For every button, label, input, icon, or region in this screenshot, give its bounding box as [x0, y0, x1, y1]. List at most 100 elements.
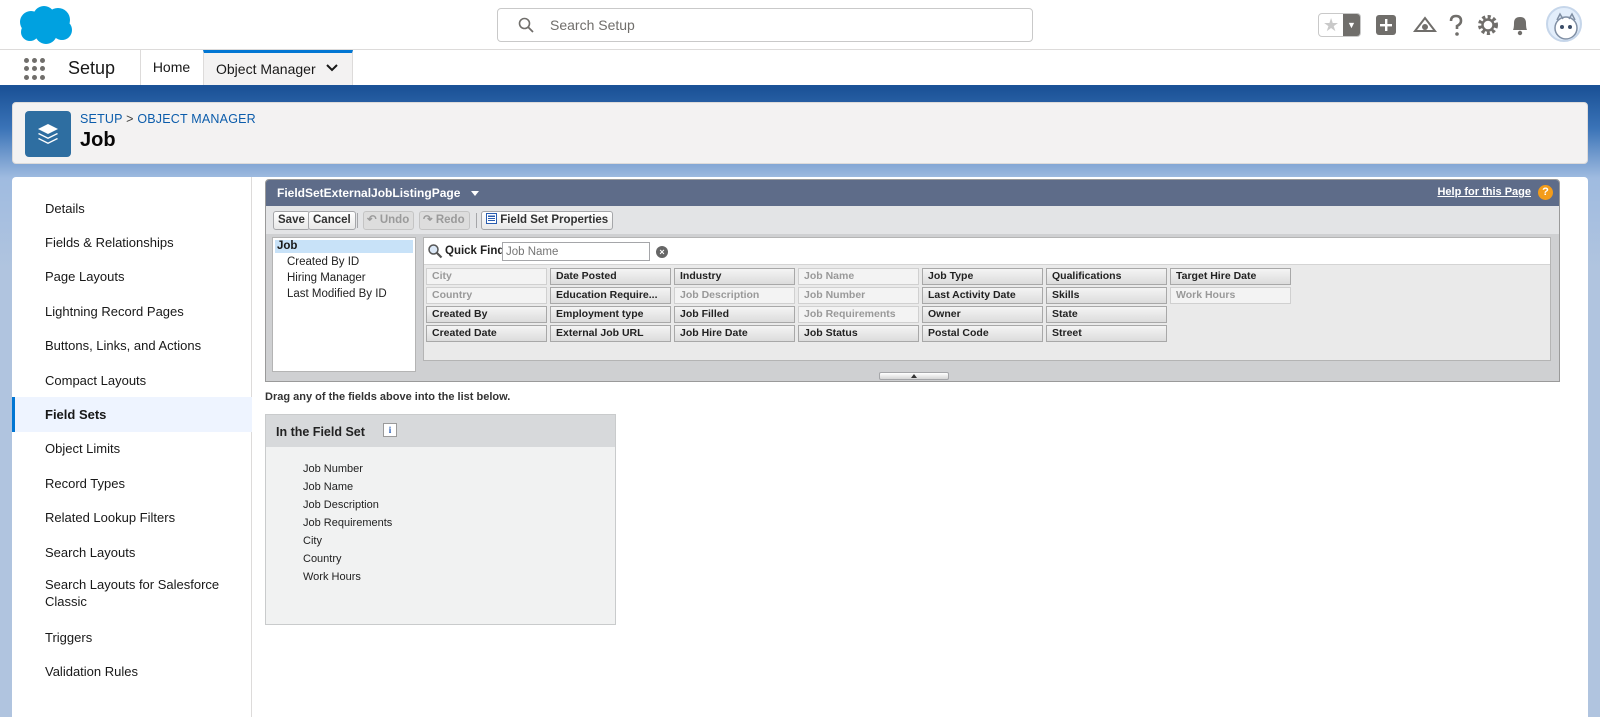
redo-icon: ↷: [423, 214, 433, 226]
favorites-star-icon[interactable]: ★: [1323, 15, 1339, 36]
undo-button[interactable]: ↶ Undo: [363, 211, 415, 230]
breadcrumb: SETUP > OBJECT MANAGER: [80, 112, 256, 126]
breadcrumb-setup[interactable]: SETUP: [80, 112, 122, 126]
help-question-icon[interactable]: ?: [1538, 185, 1553, 200]
palette-field[interactable]: City: [426, 268, 547, 285]
palette-field[interactable]: Created Date: [426, 325, 547, 342]
gear-icon[interactable]: [1476, 13, 1500, 37]
palette-field[interactable]: Education Require...: [550, 287, 671, 304]
palette-field[interactable]: State: [1046, 306, 1167, 323]
palette-field[interactable]: Date Posted: [550, 268, 671, 285]
palette-field[interactable]: Job Type: [922, 268, 1043, 285]
add-icon[interactable]: [1374, 13, 1398, 37]
palette-field[interactable]: Street: [1046, 325, 1167, 342]
sidebar-item-search-layouts[interactable]: Search Layouts: [12, 535, 252, 570]
palette-field[interactable]: Qualifications: [1046, 268, 1167, 285]
search-placeholder: Search Setup: [550, 17, 635, 33]
search-input[interactable]: Search Setup: [497, 8, 1033, 42]
context-nav: Setup Home Object Manager: [0, 50, 1600, 88]
sidebar-item-details[interactable]: Details: [12, 191, 252, 226]
palette-field[interactable]: Industry: [674, 268, 795, 285]
clear-icon[interactable]: ×: [656, 246, 668, 258]
field-set-item[interactable]: City: [303, 535, 322, 547]
main-panel: Details Fields & Relationships Page Layo…: [12, 177, 1588, 717]
palette-field[interactable]: Created By: [426, 306, 547, 323]
sidebar: Details Fields & Relationships Page Layo…: [12, 177, 252, 717]
caret-down-icon[interactable]: [471, 191, 479, 196]
tab-object-manager[interactable]: Object Manager: [203, 50, 353, 85]
field-set-item[interactable]: Job Number: [303, 463, 363, 475]
chevron-down-icon[interactable]: [326, 64, 338, 72]
help-link[interactable]: Help for this Page: [1437, 186, 1531, 198]
palette-field[interactable]: Work Hours: [1170, 287, 1291, 304]
avatar[interactable]: [1546, 6, 1582, 42]
palette-field[interactable]: Job Number: [798, 287, 919, 304]
palette-field[interactable]: Target Hire Date: [1170, 268, 1291, 285]
sidebar-item-object-limits[interactable]: Object Limits: [12, 431, 252, 466]
palette-field[interactable]: Skills: [1046, 287, 1167, 304]
palette-field[interactable]: Job Status: [798, 325, 919, 342]
palette-field[interactable]: External Job URL: [550, 325, 671, 342]
tab-home[interactable]: Home: [140, 50, 202, 85]
breadcrumb-object-manager[interactable]: OBJECT MANAGER: [137, 112, 256, 126]
info-icon[interactable]: i: [383, 423, 397, 437]
breadcrumb-separator: >: [126, 112, 134, 126]
field-set-item[interactable]: Job Requirements: [303, 517, 392, 529]
field-set-list[interactable]: In the Field Set i Job Number Job Name J…: [265, 414, 616, 625]
salesforce-logo[interactable]: [16, 5, 74, 45]
sidebar-item-validation-rules[interactable]: Validation Rules: [12, 654, 252, 689]
palette-field[interactable]: Last Activity Date: [922, 287, 1043, 304]
palette-field[interactable]: Owner: [922, 306, 1043, 323]
tree-item[interactable]: Last Modified By ID: [287, 288, 387, 300]
sidebar-item-triggers[interactable]: Triggers: [12, 620, 252, 655]
sidebar-item-field-sets[interactable]: Field Sets: [12, 397, 252, 432]
sidebar-item-buttons-links-actions[interactable]: Buttons, Links, and Actions: [12, 328, 252, 363]
sidebar-item-page-layouts[interactable]: Page Layouts: [12, 259, 252, 294]
palette-field[interactable]: Employment type: [550, 306, 671, 323]
bell-icon[interactable]: [1508, 13, 1532, 37]
page-header: SETUP > OBJECT MANAGER Job: [12, 102, 1588, 164]
sidebar-item-search-layouts-classic[interactable]: Search Layouts for Salesforce Classic: [12, 574, 252, 614]
page-title: Job: [80, 129, 116, 151]
palette-field[interactable]: Job Name: [798, 268, 919, 285]
redo-button[interactable]: ↷ Redo: [419, 211, 470, 230]
quick-find-input[interactable]: [502, 242, 650, 261]
cancel-button[interactable]: Cancel: [308, 211, 356, 230]
palette-field[interactable]: Job Hire Date: [674, 325, 795, 342]
field-set-item[interactable]: Country: [303, 553, 342, 565]
object-tree: Job Created By ID Hiring Manager Last Mo…: [272, 237, 416, 372]
field-set-title: In the Field Set: [276, 425, 365, 439]
collapse-handle[interactable]: [879, 372, 949, 380]
trailhead-icon[interactable]: [1413, 13, 1437, 37]
sidebar-item-related-lookup-filters[interactable]: Related Lookup Filters: [12, 500, 252, 535]
sidebar-item-record-types[interactable]: Record Types: [12, 466, 252, 501]
editor-title-bar: FieldSetExternalJobListingPage Help for …: [266, 180, 1559, 206]
drag-instructions: Drag any of the fields above into the li…: [265, 391, 511, 403]
tree-item-job[interactable]: Job: [275, 240, 413, 253]
field-set-item[interactable]: Work Hours: [303, 571, 361, 583]
object-layers-icon: [25, 111, 71, 157]
quick-find-bar: Quick Find ×: [424, 238, 1550, 265]
palette-field[interactable]: Job Filled: [674, 306, 795, 323]
field-set-name[interactable]: FieldSetExternalJobListingPage: [277, 186, 460, 200]
field-set-properties-button[interactable]: Field Set Properties: [481, 211, 614, 230]
sidebar-item-lightning-record-pages[interactable]: Lightning Record Pages: [12, 294, 252, 329]
palette-field[interactable]: Country: [426, 287, 547, 304]
sidebar-item-fields-relationships[interactable]: Fields & Relationships: [12, 225, 252, 260]
field-set-item[interactable]: Job Name: [303, 481, 353, 493]
tree-item[interactable]: Created By ID: [287, 256, 359, 268]
sidebar-item-compact-layouts[interactable]: Compact Layouts: [12, 363, 252, 398]
palette-field[interactable]: Job Description: [674, 287, 795, 304]
field-set-item[interactable]: Job Description: [303, 499, 379, 511]
favorites-button[interactable]: ★ ▼: [1318, 13, 1361, 37]
palette-field[interactable]: Job Requirements: [798, 306, 919, 323]
help-icon[interactable]: [1444, 13, 1468, 37]
app-launcher-icon[interactable]: [24, 58, 46, 80]
palette-field[interactable]: Postal Code: [922, 325, 1043, 342]
favorites-dropdown-icon[interactable]: ▼: [1343, 14, 1360, 36]
toolbar-divider: [357, 213, 358, 228]
astro-avatar-icon: [1554, 12, 1578, 40]
save-button[interactable]: Save: [273, 211, 310, 230]
field-set-properties-label: Field Set Properties: [500, 214, 609, 226]
tree-item[interactable]: Hiring Manager: [287, 272, 366, 284]
